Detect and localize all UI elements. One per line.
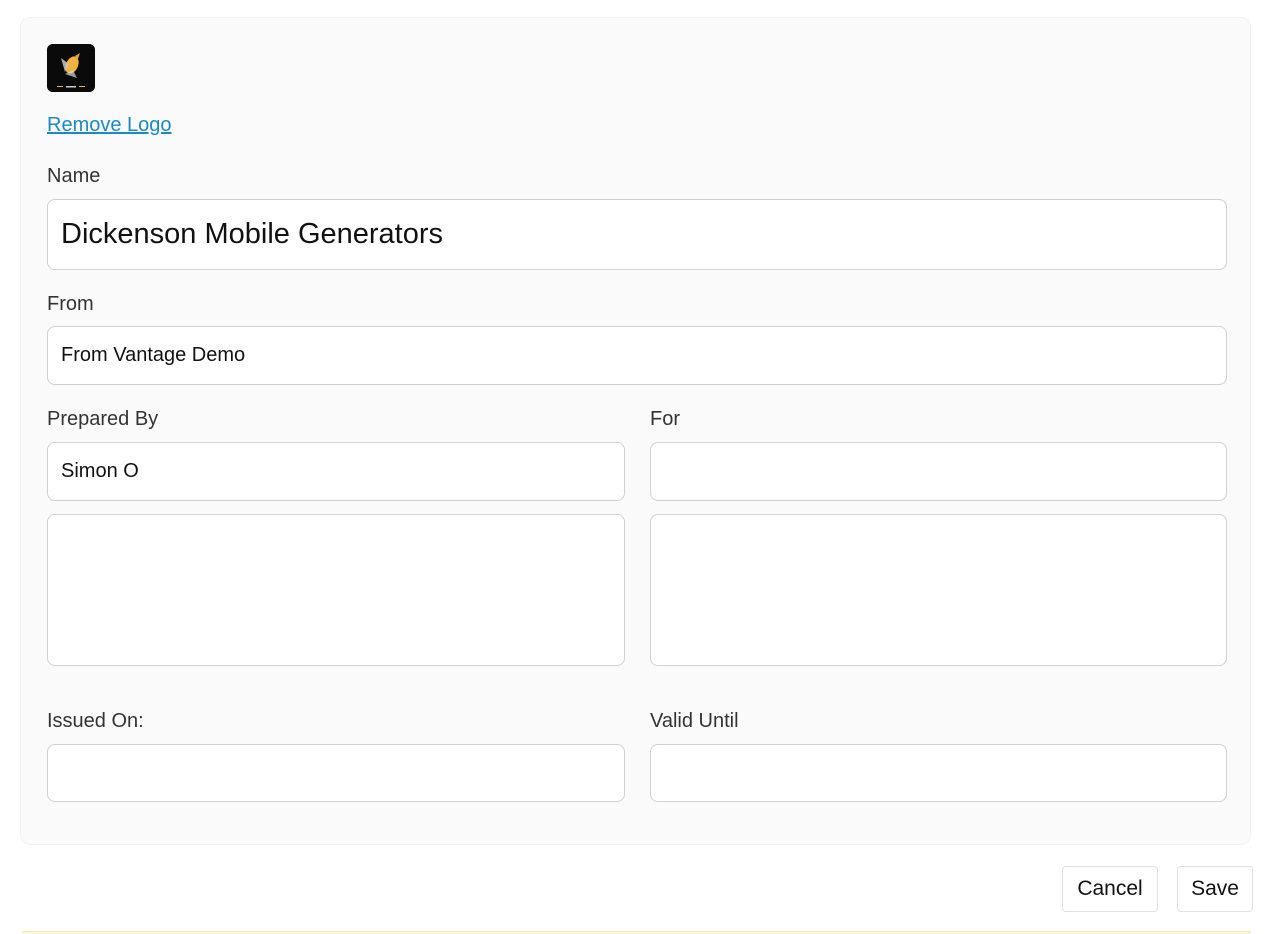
name-label: Name: [47, 165, 101, 187]
for-label: For: [650, 408, 680, 430]
valid-until-label: Valid Until: [650, 710, 739, 732]
save-button[interactable]: Save: [1177, 866, 1253, 912]
name-input[interactable]: Dickenson Mobile Generators: [47, 199, 1227, 270]
bird-logo-icon: [47, 44, 95, 92]
issued-on-label: Issued On:: [47, 710, 144, 732]
prepared-by-input[interactable]: Simon O: [47, 442, 625, 501]
valid-until-input[interactable]: [650, 744, 1227, 802]
for-input[interactable]: [650, 442, 1227, 501]
quote-header-form: Remove Logo Name Dickenson Mobile Genera…: [20, 17, 1251, 845]
prepared-by-details-textarea[interactable]: [47, 514, 625, 666]
for-details-textarea[interactable]: [650, 514, 1227, 666]
prepared-by-label: Prepared By: [47, 408, 159, 430]
issued-on-input[interactable]: [47, 744, 625, 802]
company-logo: [47, 44, 95, 92]
from-label: From: [47, 293, 94, 315]
cancel-button[interactable]: Cancel: [1062, 866, 1158, 912]
remove-logo-link[interactable]: Remove Logo: [47, 114, 172, 137]
from-input[interactable]: From Vantage Demo: [47, 326, 1227, 385]
